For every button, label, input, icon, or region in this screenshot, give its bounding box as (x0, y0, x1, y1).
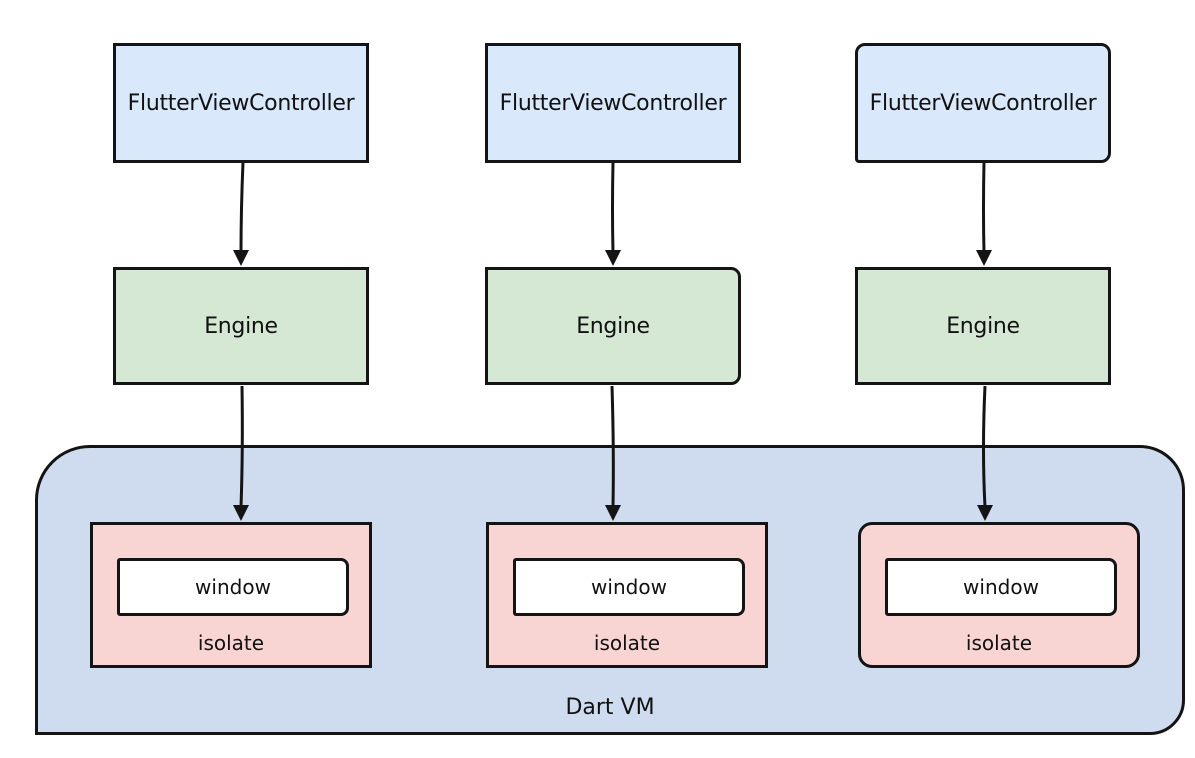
window-3: window (885, 558, 1117, 616)
window-label: window (963, 575, 1039, 599)
window-2: window (513, 558, 745, 616)
arrow-controller-to-engine-2 (611, 161, 615, 253)
engine-label: Engine (946, 313, 1020, 339)
flutter-view-controller-1: FlutterViewController (113, 43, 369, 163)
window-1: window (117, 558, 349, 616)
arrowhead-icon (976, 250, 992, 266)
isolate-label: isolate (593, 631, 661, 655)
dart-vm-label: Dart VM (565, 695, 655, 720)
controller-label: FlutterViewController (869, 90, 1097, 116)
controller-label: FlutterViewController (127, 90, 355, 116)
arrowhead-icon (605, 250, 621, 266)
window-label: window (591, 575, 667, 599)
controller-label: FlutterViewController (499, 90, 727, 116)
isolate-label: isolate (197, 631, 265, 655)
window-label: window (195, 575, 271, 599)
isolate-label: isolate (965, 631, 1033, 655)
isolate-1: window isolate (90, 522, 372, 668)
isolate-2: window isolate (486, 522, 768, 668)
engine-label: Engine (204, 313, 278, 339)
isolate-3: window isolate (858, 522, 1140, 668)
arrow-controller-to-engine-1 (239, 161, 245, 253)
arrow-controller-to-engine-3 (982, 161, 986, 253)
engine-3: Engine (855, 267, 1111, 385)
engine-1: Engine (113, 267, 369, 385)
engine-label: Engine (576, 313, 650, 339)
arrowhead-icon (233, 250, 249, 266)
flutter-view-controller-3: FlutterViewController (855, 43, 1111, 163)
flutter-view-controller-2: FlutterViewController (485, 43, 741, 163)
engine-2: Engine (485, 267, 741, 385)
